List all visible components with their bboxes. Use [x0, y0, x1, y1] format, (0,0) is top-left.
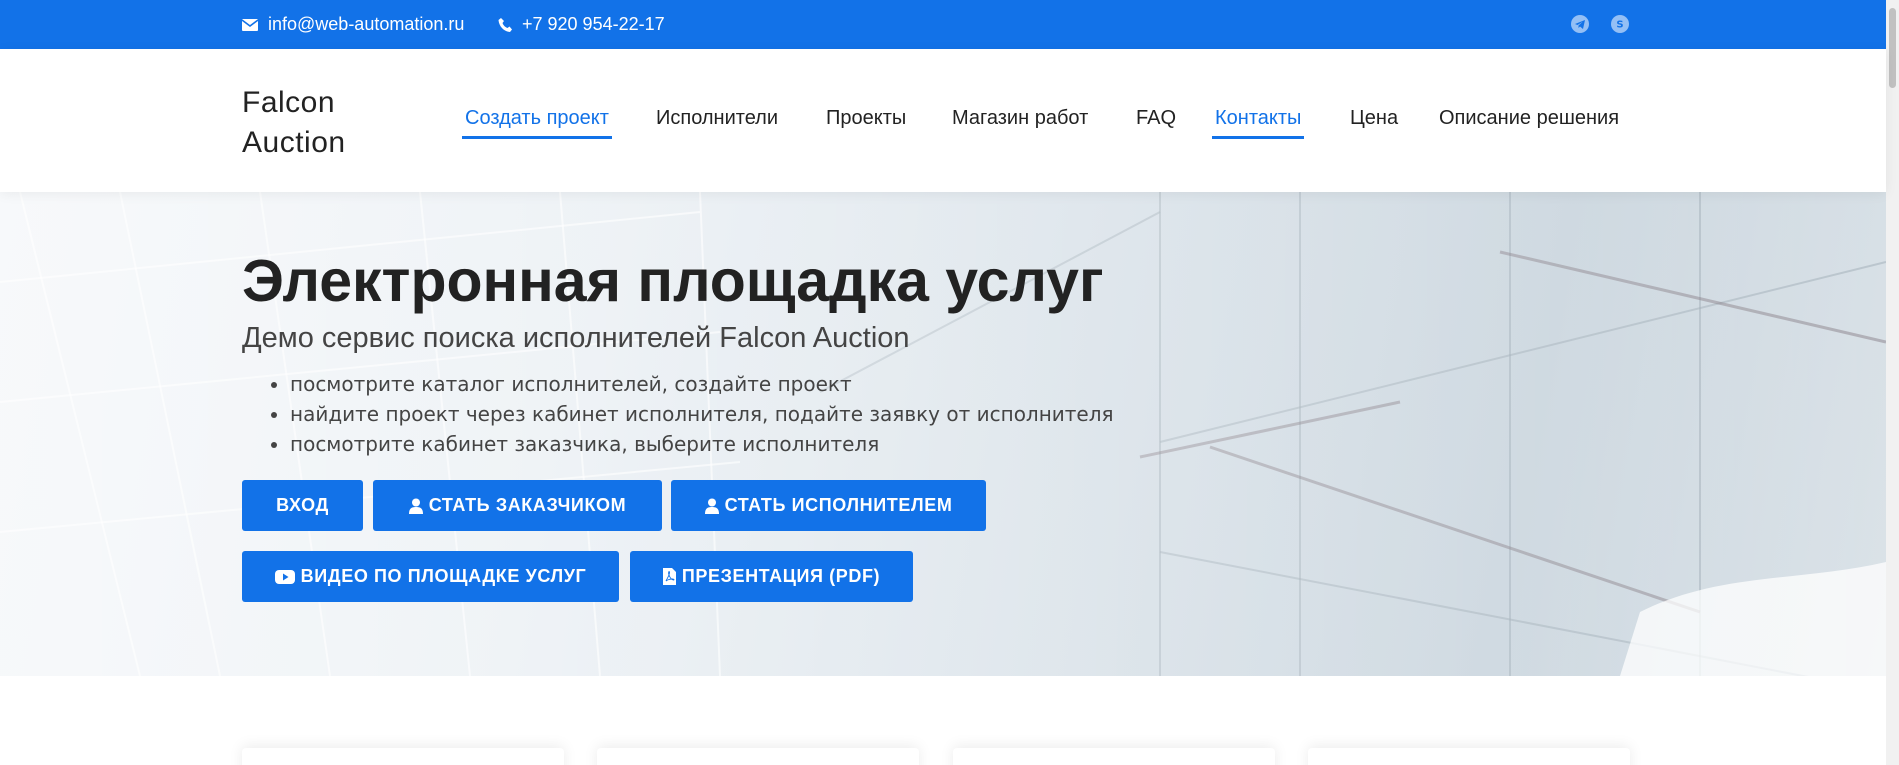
list-item: посмотрите каталог исполнителей, создайт… [290, 369, 1114, 399]
nav-projects[interactable]: Проекты [826, 107, 906, 136]
telegram-icon[interactable] [1571, 15, 1589, 33]
phone-icon [498, 17, 512, 33]
hero-title: Электронная площадка услуг [242, 248, 1104, 314]
phone-text[interactable]: +7 920 954-22-17 [522, 14, 665, 35]
login-button[interactable]: ВХОД [242, 480, 363, 531]
hero-subtitle: Демо сервис поиска исполнителей Falcon A… [242, 322, 910, 354]
become-contractor-label: СТАТЬ ИСПОЛНИТЕЛЕМ [724, 495, 953, 515]
brand-line2: Auction [242, 126, 346, 159]
hero-section: Электронная площадка услуг Демо сервис п… [0, 192, 1886, 676]
envelope-icon [242, 18, 258, 31]
top-bar: info@web-automation.ru +7 920 954-22-17 … [0, 0, 1886, 49]
feature-card [953, 748, 1275, 765]
scrollbar-thumb[interactable] [1889, 8, 1896, 88]
brand-line1: Falcon [242, 86, 336, 119]
nav-solution-description[interactable]: Описание решения [1439, 107, 1619, 136]
presentation-button[interactable]: ПРЕЗЕНТАЦИЯ (PDF) [630, 551, 913, 602]
become-customer-button[interactable]: СТАТЬ ЗАКАЗЧИКОМ [373, 480, 662, 531]
list-item: найдите проект через кабинет исполнителя… [290, 399, 1114, 429]
video-button-label: ВИДЕО ПО ПЛОЩАДКЕ УСЛУГ [300, 566, 587, 586]
skype-icon[interactable]: S [1611, 15, 1629, 33]
user-icon [408, 498, 423, 514]
svg-text:S: S [1616, 20, 1623, 30]
nav-faq[interactable]: FAQ [1136, 107, 1176, 136]
feature-card [1308, 748, 1630, 765]
brand-logo[interactable]: Falcon Auction [242, 83, 346, 163]
pdf-file-icon [662, 568, 676, 585]
email-text[interactable]: info@web-automation.ru [268, 14, 464, 35]
video-button[interactable]: ВИДЕО ПО ПЛОЩАДКЕ УСЛУГ [242, 551, 619, 602]
login-button-label: ВХОД [276, 495, 329, 515]
presentation-button-label: ПРЕЗЕНТАЦИЯ (PDF) [681, 566, 881, 586]
site-header: Falcon Auction Создать проект Исполнител… [0, 49, 1886, 192]
nav-create-project[interactable]: Создать проект [462, 107, 612, 139]
page-scrollbar[interactable] [1886, 0, 1899, 765]
youtube-icon [274, 569, 295, 584]
feature-cards-row [0, 748, 1886, 765]
nav-contractors[interactable]: Исполнители [656, 107, 778, 136]
nav-work-shop[interactable]: Магазин работ [952, 107, 1088, 136]
list-item: посмотрите кабинет заказчика, выберите и… [290, 429, 1114, 459]
user-icon [704, 498, 719, 514]
become-customer-label: СТАТЬ ЗАКАЗЧИКОМ [428, 495, 627, 515]
phone-contact[interactable]: +7 920 954-22-17 [498, 0, 665, 49]
feature-card [597, 748, 919, 765]
become-contractor-button[interactable]: СТАТЬ ИСПОЛНИТЕЛЕМ [671, 480, 986, 531]
feature-card [242, 748, 564, 765]
nav-price[interactable]: Цена [1350, 107, 1398, 136]
nav-contacts[interactable]: Контакты [1212, 107, 1305, 139]
email-contact[interactable]: info@web-automation.ru [242, 0, 464, 49]
hero-bullet-list: посмотрите каталог исполнителей, создайт… [290, 369, 1114, 459]
